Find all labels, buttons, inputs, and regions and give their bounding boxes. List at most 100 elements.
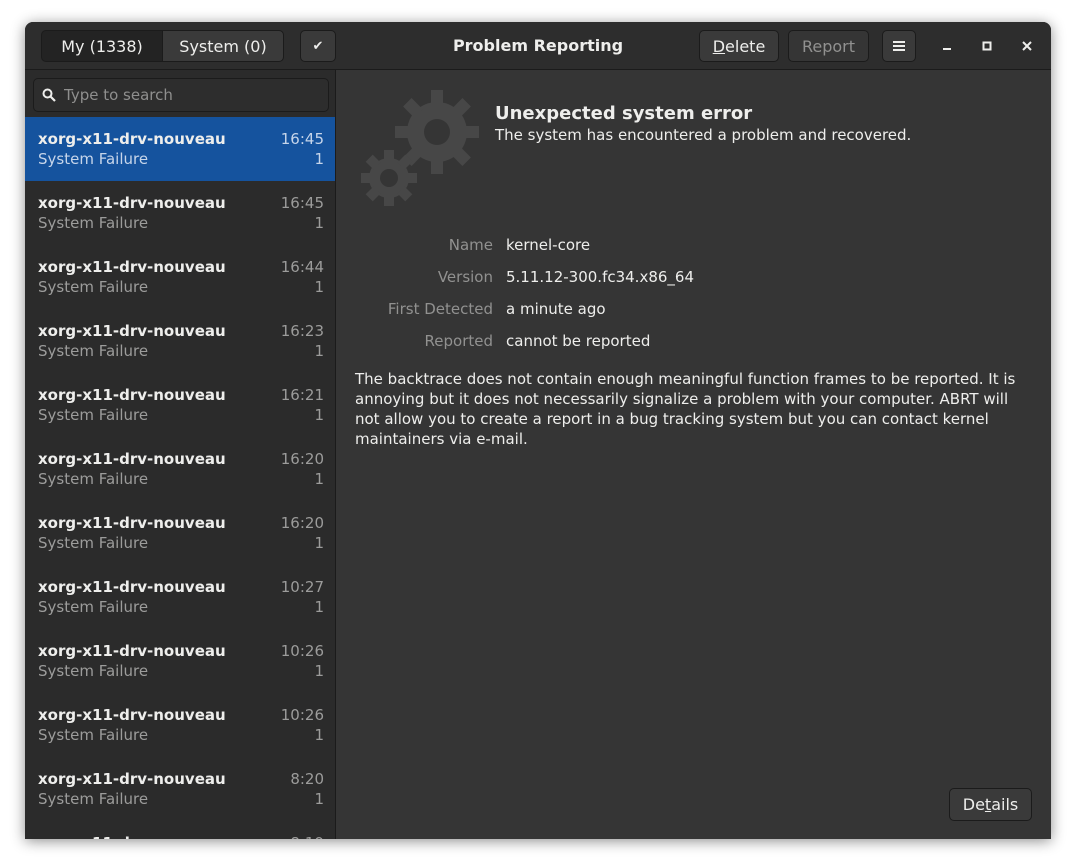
problem-description: The backtrace does not contain enough me…	[355, 370, 1016, 448]
problem-package-name: xorg-x11-drv-nouveau	[38, 514, 226, 532]
problem-info: Name kernel-core Version 5.11.12-300.fc3…	[337, 232, 1051, 360]
problem-list-item[interactable]: xorg-x11-drv-nouveau 10:27 System Failure 1	[25, 565, 335, 629]
version-value: 5.11.12-300.fc34.x86_64	[506, 268, 694, 286]
details-label-pre: De	[962, 795, 985, 814]
version-label: Version	[437, 268, 493, 286]
reported-value: cannot be reported	[506, 332, 651, 350]
problem-detail-pane: Unexpected system error The system has e…	[337, 70, 1051, 839]
problem-time: 10:26	[280, 642, 324, 660]
problem-list-item[interactable]: xorg-x11-drv-nouveau 16:45 System Failure 1	[25, 181, 335, 245]
info-row-name: Name kernel-core	[337, 232, 1051, 264]
problem-time: 10:26	[280, 706, 324, 724]
search-icon	[34, 88, 64, 102]
problem-package-name: xorg-x11-drv-nouveau	[38, 258, 226, 276]
menu-button[interactable]	[882, 30, 916, 62]
problem-list-item[interactable]: xorg-x11-drv-nouveau 16:21 System Failure 1	[25, 373, 335, 437]
gears-icon	[361, 90, 479, 206]
problem-type: System Failure	[38, 662, 149, 680]
info-row-first-detected: First Detected a minute ago	[337, 296, 1051, 328]
problem-package-name: xorg-x11-drv-nouveau	[38, 194, 226, 212]
details-button[interactable]: De t ails	[949, 788, 1032, 821]
problem-list-item[interactable]: xorg-x11-drv-nouveau8:19System Failure1	[25, 821, 335, 839]
problem-package-name: xorg-x11-drv-nouveau	[38, 130, 226, 148]
problem-list-item[interactable]: xorg-x11-drv-nouveau 16:20 System Failure 1	[25, 501, 335, 565]
delete-button[interactable]: Delete	[699, 30, 779, 62]
report-button[interactable]: Report	[788, 30, 869, 62]
problem-time: 8:20	[290, 770, 324, 788]
problem-count: 1	[314, 662, 324, 680]
problem-time: 10:27	[280, 578, 324, 596]
delete-mnemonic: D	[712, 36, 726, 56]
problem-list-item[interactable]: xorg-x11-drv-nouveau 16:44 System Failure 1	[25, 245, 335, 309]
delete-label-rest: elete	[725, 36, 766, 56]
problem-type: System Failure	[38, 534, 149, 552]
first-detected-label: First Detected	[387, 300, 493, 318]
name-value: kernel-core	[506, 236, 591, 254]
problem-count: 1	[314, 790, 324, 808]
problem-count: 1	[314, 470, 324, 488]
problem-time: 16:21	[280, 386, 324, 404]
problem-count: 1	[314, 726, 324, 744]
problem-package-name: xorg-x11-drv-nouveau	[38, 642, 226, 660]
reported-label: Reported	[424, 332, 493, 350]
problem-list-item[interactable]: xorg-x11-drv-nouveau 10:26 System Failure 1	[25, 693, 335, 757]
problem-count: 1	[314, 150, 324, 168]
minimize-button[interactable]	[935, 34, 959, 58]
problem-time: 16:45	[280, 130, 324, 148]
problem-list-item[interactable]: xorg-x11-drv-nouveau 16:45 System Failure 1	[25, 117, 335, 181]
problem-package-name: xorg-x11-drv-nouveau	[38, 450, 226, 468]
problem-package-name: xorg-x11-drv-nouveau	[38, 386, 226, 404]
close-icon	[1022, 41, 1032, 51]
problem-time: 16:23	[280, 322, 324, 340]
maximize-button[interactable]	[975, 34, 999, 58]
problem-time: 16:44	[280, 258, 324, 276]
problem-type: System Failure	[38, 406, 149, 424]
problem-type: System Failure	[38, 278, 149, 296]
problem-type: System Failure	[38, 214, 149, 232]
problem-count: 1	[314, 278, 324, 296]
info-row-reported: Reported cannot be reported	[337, 328, 1051, 360]
error-subtitle: The system has encountered a problem and…	[495, 126, 912, 144]
minimize-icon	[943, 48, 951, 50]
problem-type: System Failure	[38, 598, 149, 616]
info-row-version: Version 5.11.12-300.fc34.x86_64	[337, 264, 1051, 296]
window-title: Problem Reporting	[452, 36, 624, 55]
problem-time: 16:20	[280, 450, 324, 468]
first-detected-value: a minute ago	[506, 300, 606, 318]
tab-my-problems[interactable]: My (1338)	[41, 30, 163, 62]
problem-package-name: xorg-x11-drv-nouveau	[38, 322, 226, 340]
problem-time: 8:19	[290, 834, 324, 839]
problem-list: xorg-x11-drv-nouveau 16:45 System Failure 1…	[25, 117, 335, 839]
tab-system-problems[interactable]: System (0)	[162, 30, 284, 62]
problem-package-name: xorg-x11-drv-nouveau	[38, 706, 226, 724]
problem-type: System Failure	[38, 470, 149, 488]
check-icon: ✔	[312, 38, 324, 54]
close-button[interactable]	[1015, 34, 1039, 58]
app-window: My (1338) System (0) ✔ Problem Reporting…	[25, 22, 1051, 839]
problem-type: System Failure	[38, 726, 149, 744]
header-bar: My (1338) System (0) ✔ Problem Reporting…	[25, 22, 1051, 70]
problem-package-name: xorg-x11-drv-nouveau	[38, 578, 226, 596]
maximize-icon	[982, 41, 992, 51]
error-title: Unexpected system error	[495, 103, 753, 124]
problem-count: 1	[314, 406, 324, 424]
problem-package-name: xorg-x11-drv-nouveau	[38, 770, 226, 788]
hamburger-menu-icon	[893, 41, 905, 51]
problem-list-item[interactable]: xorg-x11-drv-nouveau 16:23 System Failure 1	[25, 309, 335, 373]
problem-list-item[interactable]: xorg-x11-drv-nouveau 16:20 System Failure 1	[25, 437, 335, 501]
search-box[interactable]	[33, 78, 329, 112]
details-label-rest: ails	[991, 795, 1019, 814]
problem-list-item[interactable]: xorg-x11-drv-nouveau 8:20 System Failure 1	[25, 757, 335, 821]
problem-list-sidebar: xorg-x11-drv-nouveau 16:45 System Failure 1…	[25, 70, 336, 839]
problem-count: 1	[314, 534, 324, 552]
problem-time: 16:45	[280, 194, 324, 212]
selection-mode-button[interactable]: ✔	[300, 30, 336, 62]
problem-type: System Failure	[38, 150, 149, 168]
name-label: Name	[448, 236, 493, 254]
problem-package-name: xorg-x11-drv-nouveau	[38, 834, 226, 839]
problem-count: 1	[314, 342, 324, 360]
problem-type: System Failure	[38, 790, 149, 808]
problem-count: 1	[314, 598, 324, 616]
search-input[interactable]	[64, 86, 328, 104]
problem-list-item[interactable]: xorg-x11-drv-nouveau 10:26 System Failure 1	[25, 629, 335, 693]
